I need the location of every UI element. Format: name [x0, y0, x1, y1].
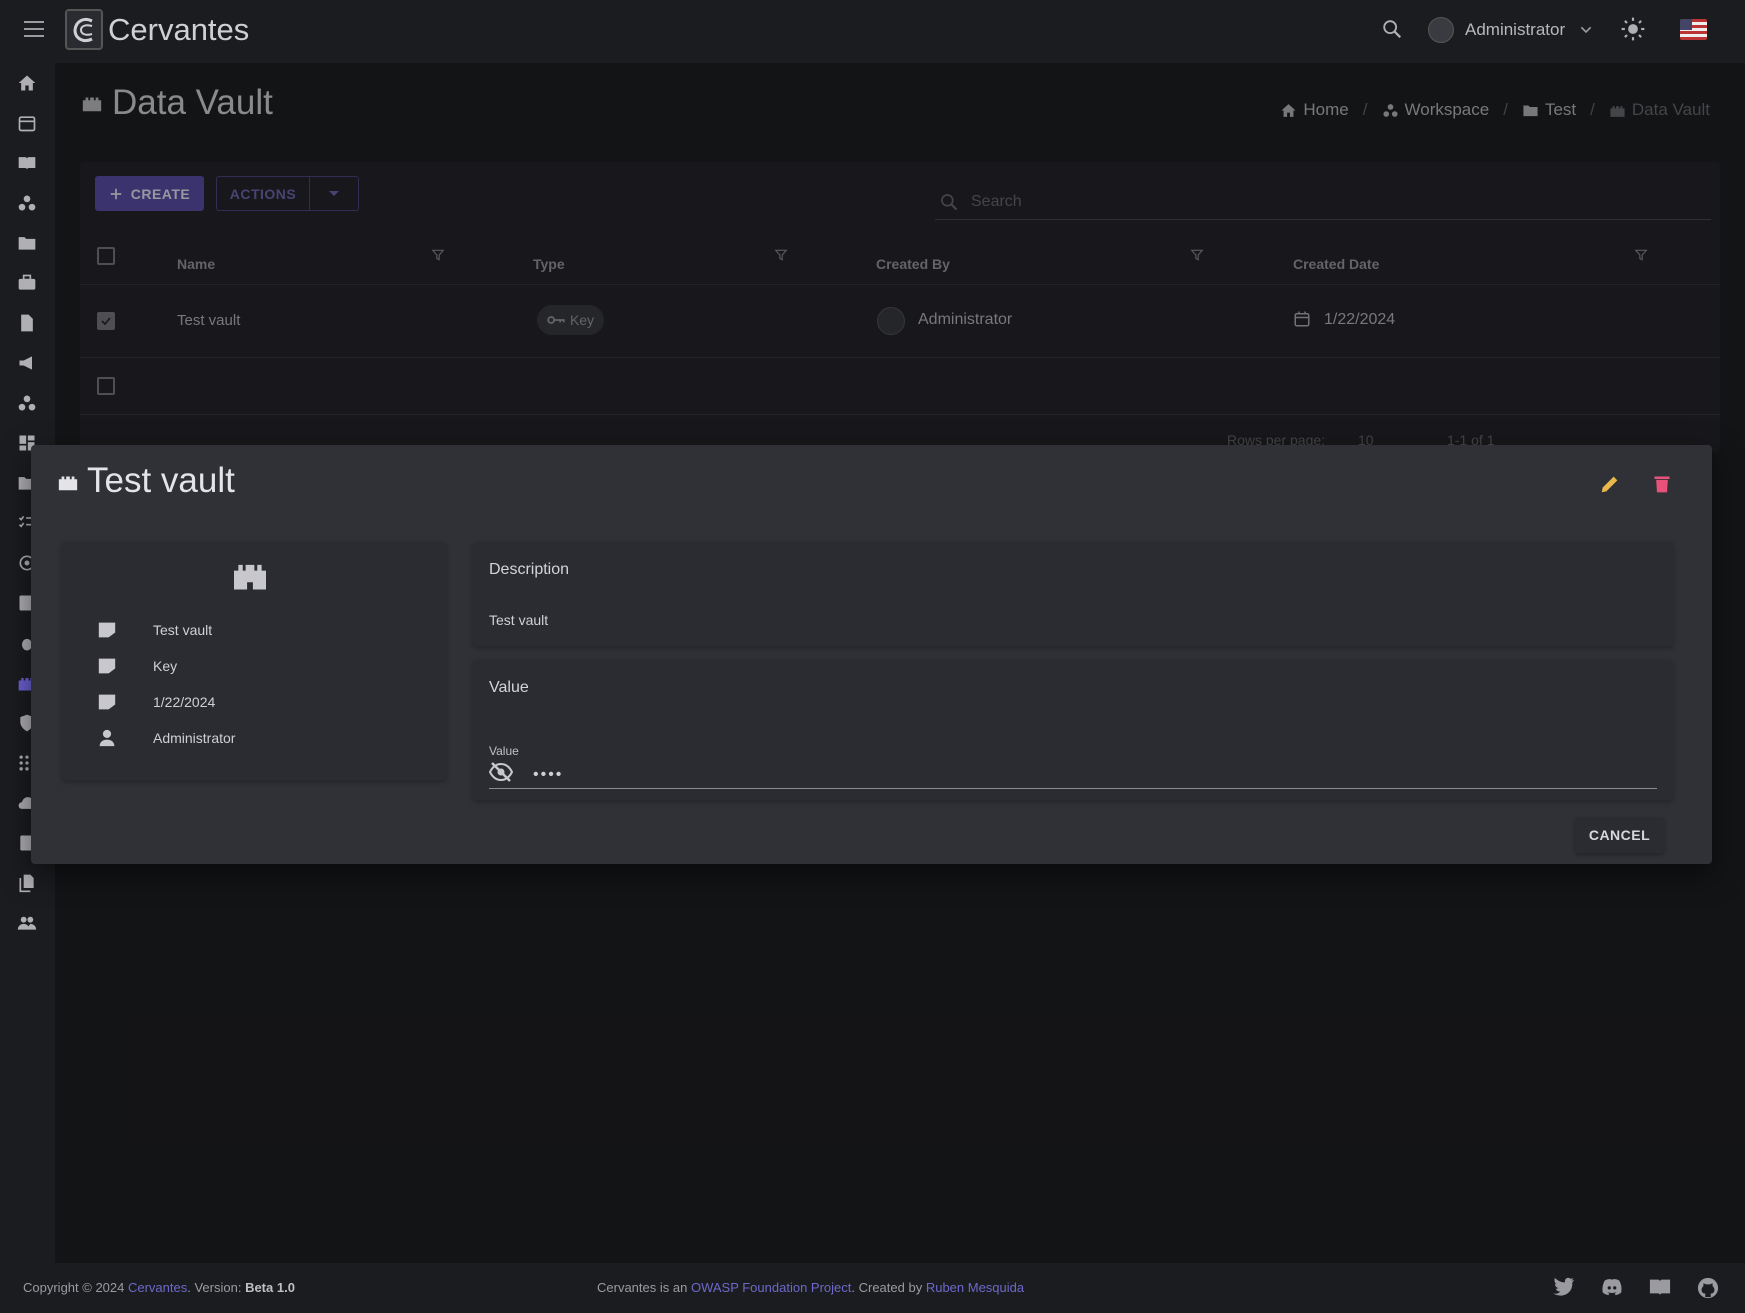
calendar-icon[interactable]: [17, 113, 37, 132]
app-title: Cervantes: [108, 12, 250, 47]
us-flag-icon[interactable]: [1680, 19, 1707, 40]
files-icon[interactable]: [17, 873, 37, 893]
delete-button[interactable]: [1652, 473, 1672, 500]
dialog-title: Test vault: [87, 461, 235, 500]
value-input[interactable]: [533, 765, 1633, 784]
info-type-value: Key: [153, 658, 178, 674]
folder-icon[interactable]: [17, 233, 37, 251]
briefcase-icon[interactable]: [17, 273, 37, 291]
value-field-label: Value: [489, 744, 519, 758]
twitter-icon[interactable]: [1553, 1277, 1575, 1300]
value-title: Value: [489, 679, 529, 696]
owasp-link[interactable]: OWASP Foundation Project: [691, 1280, 851, 1295]
description-title: Description: [489, 561, 570, 578]
user-menu-label[interactable]: Administrator: [1465, 20, 1565, 40]
created-by-prefix: . Created by: [851, 1280, 923, 1295]
value-card: Value Value: [473, 660, 1673, 800]
theme-toggle-sun-icon[interactable]: [1620, 16, 1646, 47]
description-text: Test vault: [489, 612, 549, 628]
megaphone-icon[interactable]: [17, 353, 37, 371]
person-icon: [97, 729, 153, 747]
chevron-down-icon[interactable]: [1578, 22, 1594, 43]
footer-credits: Cervantes is an OWASP Foundation Project…: [597, 1280, 1024, 1295]
info-date-value: 1/22/2024: [153, 694, 216, 710]
info-user-value: Administrator: [153, 730, 236, 746]
cancel-button[interactable]: CANCEL: [1575, 817, 1664, 853]
user-avatar[interactable]: [1428, 17, 1454, 43]
note-icon: [97, 693, 153, 711]
trash-icon: [1654, 476, 1670, 493]
info-row-type: Key: [97, 657, 177, 675]
top-bar: Cervantes Administrator: [0, 0, 1745, 63]
users-icon[interactable]: [17, 913, 37, 931]
workspace-icon[interactable]: [17, 193, 37, 211]
project-prefix: Cervantes is an: [597, 1280, 688, 1295]
search-icon[interactable]: [1381, 18, 1403, 45]
castle-icon: [232, 559, 268, 596]
eye-off-icon[interactable]: [488, 762, 514, 787]
footer: Copyright © 2024 Cervantes. Version: Bet…: [0, 1263, 1745, 1313]
github-icon[interactable]: [1697, 1277, 1719, 1302]
vault-detail-dialog: Test vault Test vault Key 1/22/2024 Admi…: [31, 445, 1712, 864]
book-icon[interactable]: [17, 153, 37, 171]
document-icon[interactable]: [17, 313, 37, 332]
cervantes-logo: [65, 9, 103, 50]
note-icon: [97, 657, 153, 675]
castle-icon: [56, 471, 80, 498]
version-value: Beta 1.0: [245, 1280, 295, 1295]
info-row-name: Test vault: [97, 621, 212, 639]
edit-button[interactable]: [1599, 473, 1621, 500]
version-label: . Version:: [187, 1280, 242, 1295]
cervantes-link[interactable]: Cervantes: [128, 1280, 187, 1295]
copyright-text: Copyright © 2024: [23, 1280, 125, 1295]
home-icon[interactable]: [17, 73, 37, 91]
footer-copyright: Copyright © 2024 Cervantes. Version: Bet…: [23, 1280, 295, 1295]
author-link[interactable]: Ruben Mesquida: [926, 1280, 1024, 1295]
value-field: [488, 761, 1657, 789]
vault-info-card: Test vault Key 1/22/2024 Administrator: [62, 542, 446, 780]
info-name-value: Test vault: [153, 622, 213, 638]
pencil-icon: [1601, 476, 1618, 493]
note-icon: [97, 621, 153, 639]
info-row-date: 1/22/2024: [97, 693, 215, 711]
menu-icon[interactable]: [24, 21, 44, 37]
docs-book-icon[interactable]: [1649, 1277, 1671, 1300]
discord-icon[interactable]: [1601, 1277, 1623, 1300]
description-card: Description Test vault: [473, 542, 1673, 646]
info-row-user: Administrator: [97, 729, 235, 747]
group-icon[interactable]: [17, 393, 37, 411]
